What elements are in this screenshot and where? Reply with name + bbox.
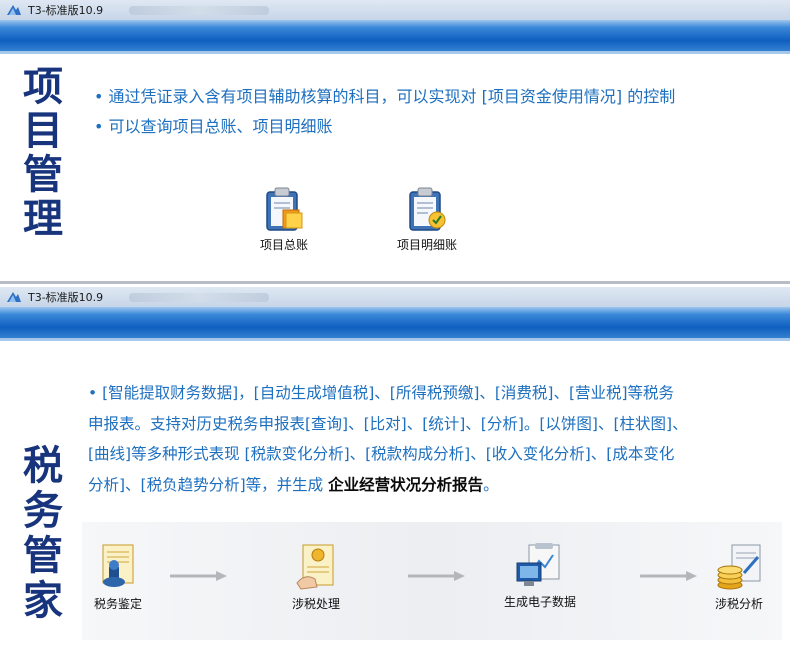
title-char: 项 [23,63,63,110]
flow-step-tax-appraisal[interactable]: 税务鉴定 [86,543,150,612]
header-blue-bar [0,20,790,54]
desc-line: 分析]、[税负趋势分析]等，并生成 企业经营状况分析报告。 [88,475,499,494]
window-titlebar: T3-标准版10.9 [0,287,790,307]
shortcut-label: 项目明细账 [396,238,457,252]
flow-step-tax-processing[interactable]: 涉税处理 [284,543,348,612]
title-char: 目 [23,107,63,154]
project-management-panel: T3-标准版10.9 项 目 管 理 • 通过凭证录入含有项目辅助核算的科目，可… [0,0,790,284]
title-char: 家 [23,577,63,624]
project-bullet-list: • 通过凭证录入含有项目辅助核算的科目，可以实现对 [项目资金使用情况] 的控制… [94,82,774,142]
project-ledger-shortcut[interactable]: 项目总账 [248,186,320,253]
coins-analysis-icon [717,544,761,590]
project-vertical-title: 项 目 管 理 [14,65,72,241]
titlebar-blurred-text [129,292,270,302]
flow-arrow-icon [170,571,227,581]
flow-step-label: 涉税处理 [291,597,340,611]
header-blue-bar [0,307,790,341]
tax-vertical-title: 税 务 管 家 [14,443,72,623]
desc-line: 申报表。支持对历史税务申报表[查询]、[比对]、[统计]、[分析]。[以饼图]、… [88,414,688,433]
app-title: T3-标准版10.9 [28,291,104,304]
title-char: 理 [23,195,63,242]
flow-step-label: 涉税分析 [714,597,763,611]
flow-step-label: 税务鉴定 [93,597,142,611]
monitor-data-icon [516,543,560,586]
clipboard-ledger-icon [266,187,303,231]
title-char: 管 [23,532,63,579]
flow-arrow-icon [640,571,697,581]
desc-line: • [智能提取财务数据]，[自动生成增值税]、[所得税预缴]、[消费税]、[营业… [88,384,675,402]
flow-step-label: 生成电子数据 [503,595,576,609]
tax-description: • [智能提取财务数据]，[自动生成增值税]、[所得税预缴]、[消费税]、[营业… [88,378,778,500]
report-highlight: 企业经营状况分析报告 [328,475,484,494]
title-char: 税 [23,442,63,489]
titlebar-blurred-text [129,5,270,15]
bullet-item: • 通过凭证录入含有项目辅助核算的科目，可以实现对 [项目资金使用情况] 的控制 [94,87,676,106]
project-detail-shortcut[interactable]: 项目明细账 [385,186,469,253]
clipboard-detail-icon [409,187,446,231]
desc-line: [曲线]等多种形式表现 [税款变化分析]、[税款构成分析]、[收入变化分析]、[… [88,445,675,463]
app-logo-icon [7,292,21,302]
flow-step-tax-analysis[interactable]: 涉税分析 [704,543,774,612]
app-logo-icon [7,5,21,15]
tax-processing-icon [296,544,334,590]
title-char: 务 [23,487,63,534]
title-char: 管 [23,151,63,198]
window-titlebar: T3-标准版10.9 [0,0,790,20]
flow-arrow-icon [408,571,465,581]
app-title: T3-标准版10.9 [28,4,104,17]
shortcut-label: 项目总账 [259,238,308,252]
flow-step-generate-data[interactable]: 生成电子数据 [498,543,582,610]
tax-stamp-icon [102,544,134,587]
bullet-item: • 可以查询项目总账、项目明细账 [94,117,333,136]
